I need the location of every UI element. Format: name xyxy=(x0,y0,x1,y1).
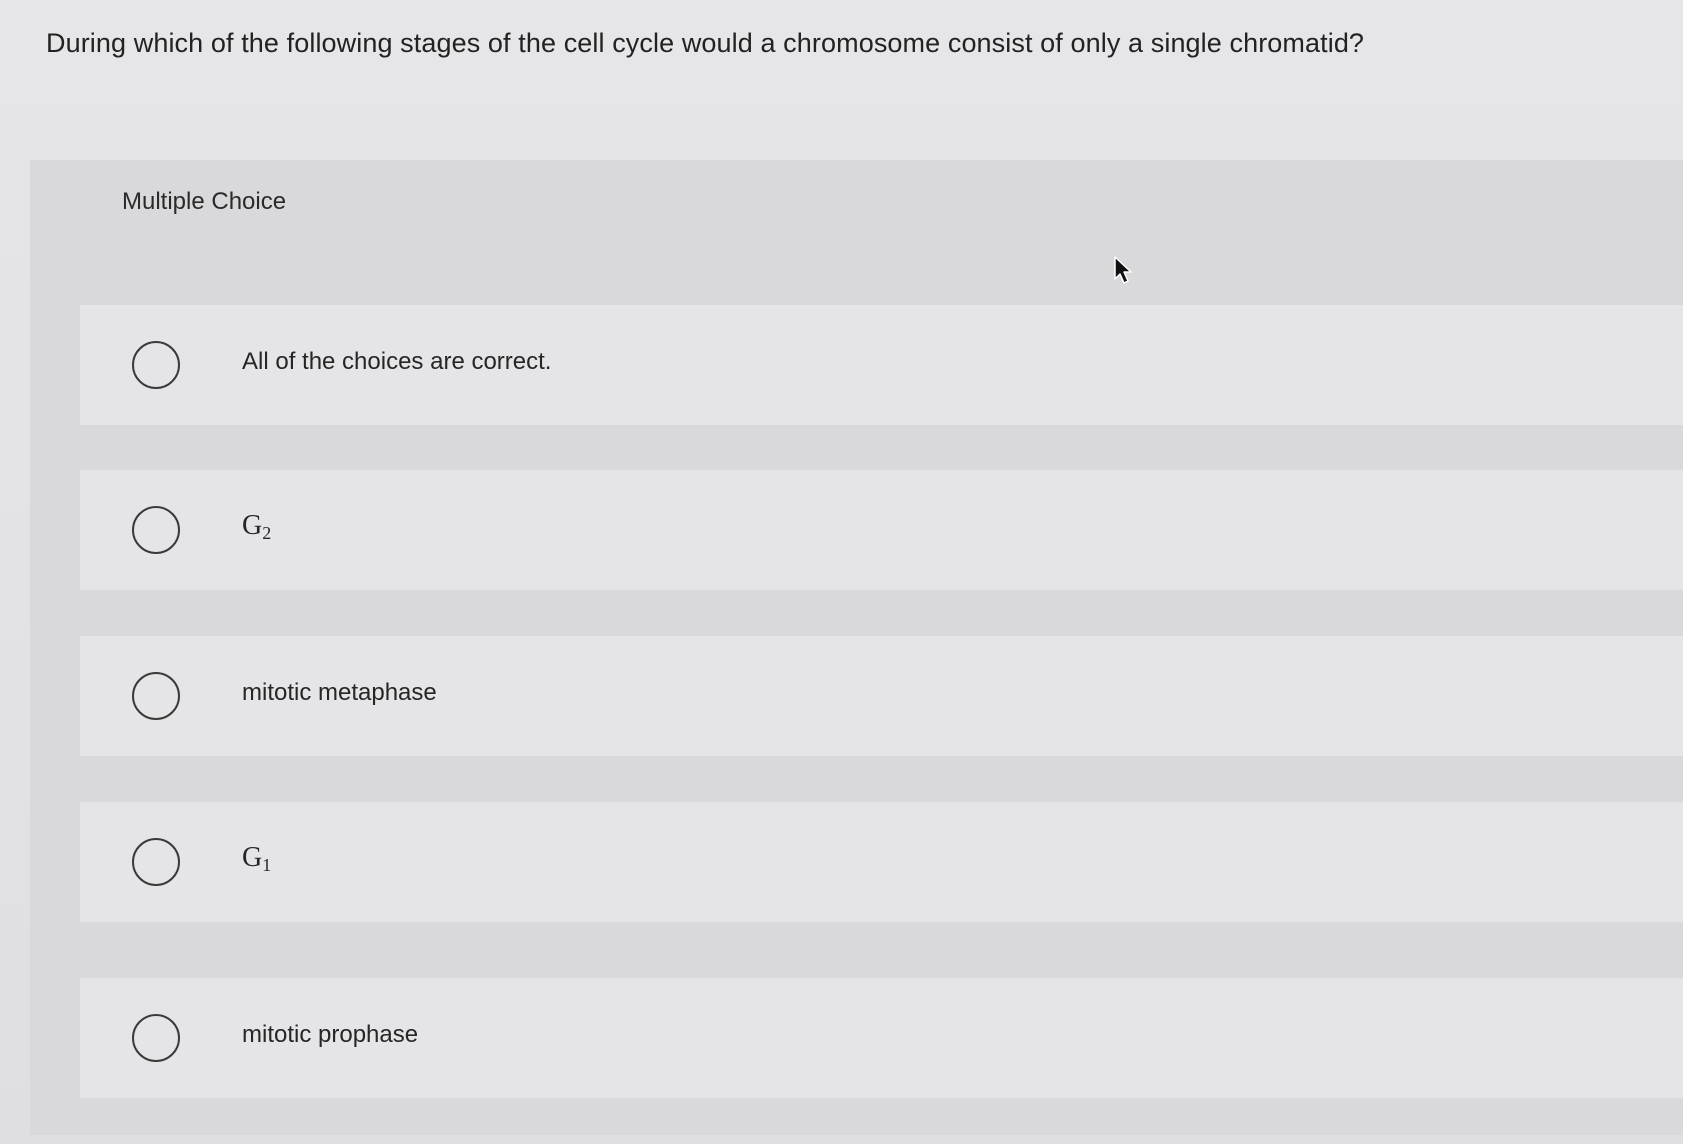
option-label: mitotic metaphase xyxy=(242,679,437,706)
multiple-choice-label: Multiple Choice xyxy=(122,188,287,215)
option-label: G1 xyxy=(242,842,271,876)
option-label: G2 xyxy=(242,510,271,544)
option-label: mitotic prophase xyxy=(242,1021,419,1048)
option-g1[interactable]: G1 xyxy=(80,802,1683,922)
question-text: During which of the following stages of … xyxy=(46,28,1365,58)
radio-unchecked-icon[interactable] xyxy=(132,838,180,886)
option-label-subscript: 2 xyxy=(262,523,272,543)
radio-unchecked-icon[interactable] xyxy=(132,506,180,554)
mouse-pointer-icon xyxy=(1114,256,1132,284)
option-label-base: G xyxy=(242,510,263,541)
option-label-base: G xyxy=(242,842,263,873)
option-label-subscript: 1 xyxy=(262,855,272,875)
option-mitotic-prophase[interactable]: mitotic prophase xyxy=(80,978,1683,1098)
radio-unchecked-icon[interactable] xyxy=(132,341,180,389)
option-all-choices[interactable]: All of the choices are correct. xyxy=(80,305,1683,425)
option-mitotic-metaphase[interactable]: mitotic metaphase xyxy=(80,636,1683,756)
option-g2[interactable]: G2 xyxy=(80,470,1683,590)
option-label: All of the choices are correct. xyxy=(242,348,552,375)
radio-unchecked-icon[interactable] xyxy=(132,1014,180,1062)
radio-unchecked-icon[interactable] xyxy=(132,672,180,720)
